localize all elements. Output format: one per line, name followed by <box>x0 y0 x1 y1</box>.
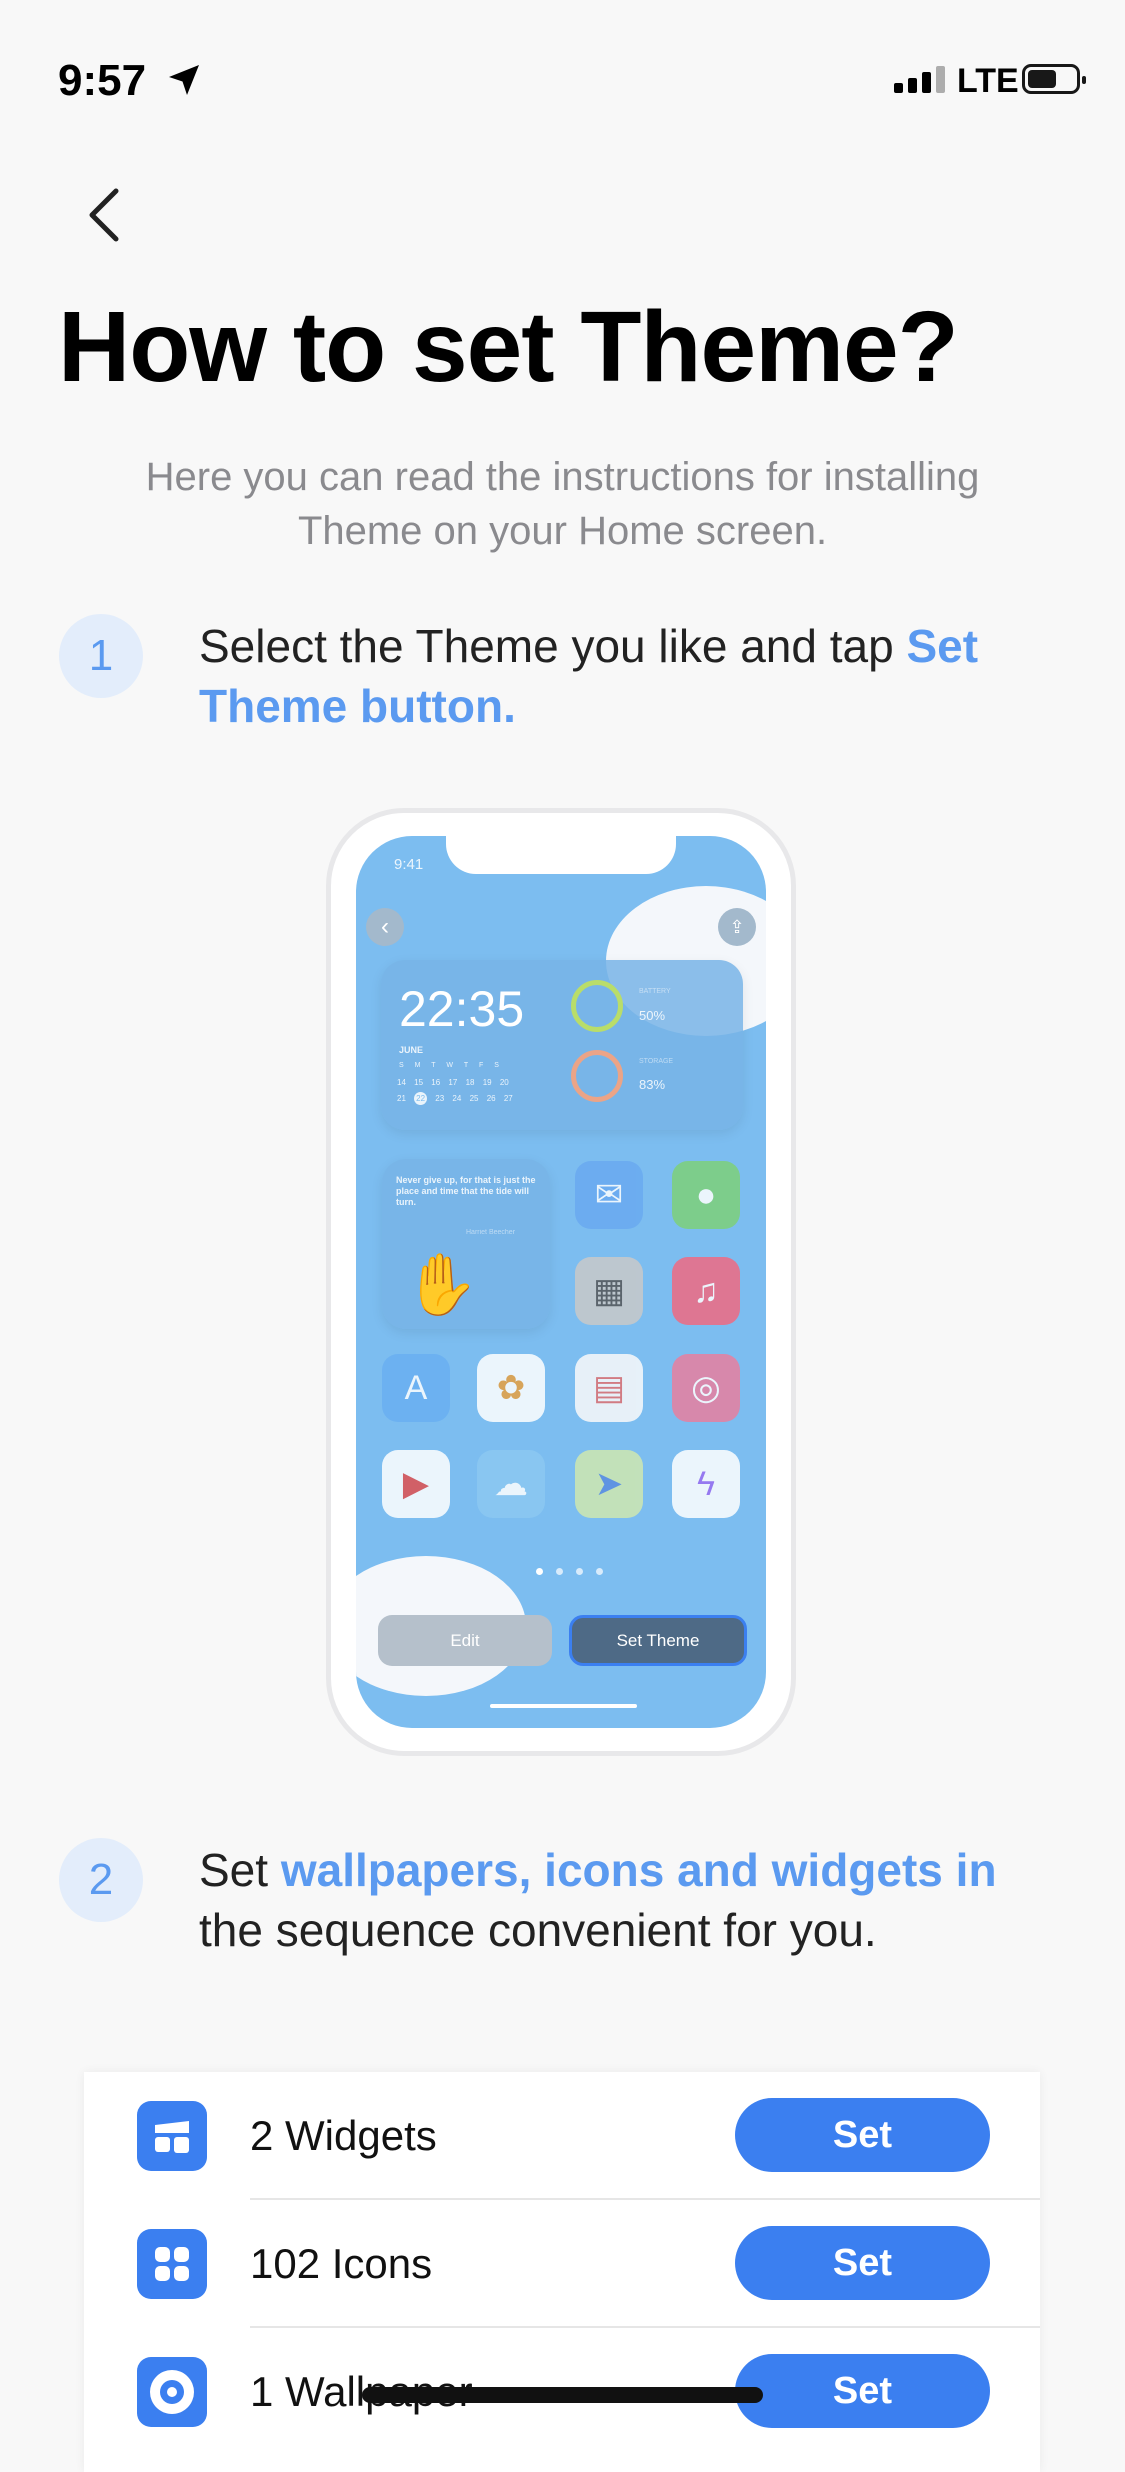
app-youtube-icon: ▶ <box>382 1450 450 1518</box>
item-label: 102 Icons <box>250 2240 433 2287</box>
app-photos-icon: ✿ <box>477 1354 545 1422</box>
quote-widget: Never give up, for that is just the plac… <box>382 1159 550 1329</box>
status-time: 9:57 <box>58 56 147 105</box>
widgets-icon <box>137 2101 207 2171</box>
app-music-icon: ♫ <box>672 1257 740 1325</box>
item-label: 2 Widgets <box>250 2112 437 2159</box>
network-type: LTE <box>957 62 1019 100</box>
app-store-icon: A <box>382 1354 450 1422</box>
widget-week-2: 21 22 23 24 25 26 27 <box>397 1092 513 1105</box>
preview-home-indicator <box>490 1704 637 1708</box>
signal-icon <box>894 66 945 93</box>
chevron-left-icon[interactable] <box>78 185 128 245</box>
step-2-highlight: wallpapers, icons and widgets in <box>280 1844 997 1896</box>
preview-back-icon: ‹ <box>366 908 404 946</box>
list-item-icons: 102 Icons Set <box>84 2200 1040 2328</box>
battery-icon <box>1022 64 1086 94</box>
app-messages-icon: ● <box>672 1161 740 1229</box>
page-title: How to set Theme? <box>58 291 959 403</box>
step-2-plain: Set <box>199 1844 281 1896</box>
quote-author: Harriet Beecher <box>466 1229 516 1236</box>
battery-label: BATTERY <box>639 988 671 995</box>
step-2-number: 2 <box>59 1838 143 1922</box>
preview-share-icon: ⇪ <box>718 908 756 946</box>
app-maps-icon: ➤ <box>575 1450 643 1518</box>
set-icons-button[interactable]: Set <box>735 2226 990 2300</box>
storage-ring <box>571 1050 623 1102</box>
wallpaper-icon <box>137 2357 207 2427</box>
app-calculator-icon: ▦ <box>575 1257 643 1325</box>
widget-weekdays: S M T W T F S <box>399 1062 499 1069</box>
step-1-number: 1 <box>59 614 143 698</box>
app-mail-icon: ✉ <box>575 1161 643 1229</box>
theme-preview-screen: 9:41 ‹ ⇪ 22:35 JUNE S M T W T F S 14 15 … <box>356 836 766 1728</box>
step-2-text: Set wallpapers, icons and widgets in the… <box>199 1840 1039 1960</box>
widget-week-1: 14 15 16 17 18 19 20 <box>397 1078 509 1087</box>
app-calendar-icon: ▤ <box>575 1354 643 1422</box>
page-dots <box>536 1568 603 1575</box>
widget-clock: 22:35 <box>399 981 525 1037</box>
storage-label: STORAGE <box>639 1058 674 1065</box>
location-arrow-icon <box>169 65 199 95</box>
theme-items-list: 2 Widgets Set 102 Icons Set 1 Wallpaper … <box>84 2072 1040 2472</box>
phone-notch <box>446 836 676 874</box>
step-1-text: Select the Theme you like and tap Set Th… <box>199 616 1039 736</box>
step-1-plain: Select the Theme you like and tap <box>199 620 907 672</box>
set-widgets-button[interactable]: Set <box>735 2098 990 2172</box>
set-wallpaper-button[interactable]: Set <box>735 2354 990 2428</box>
storage-value: 83% <box>639 1077 666 1092</box>
battery-value: 50% <box>639 1008 666 1023</box>
battery-ring <box>571 980 623 1032</box>
preview-time: 9:41 <box>394 856 424 873</box>
app-weather-icon: ☁ <box>477 1450 545 1518</box>
preview-set-theme-button: Set Theme <box>569 1615 747 1666</box>
quote-text: Never give up, for that is just the plac… <box>396 1175 536 1207</box>
preview-edit-button: Edit <box>378 1615 552 1666</box>
list-item-widgets: 2 Widgets Set <box>84 2072 1040 2200</box>
widget-month: JUNE <box>399 1045 424 1055</box>
icons-grid-icon <box>137 2229 207 2299</box>
step-2-plain-after: the sequence convenient for you. <box>199 1904 877 1956</box>
ok-hand-icon: ✋ <box>404 1251 479 1318</box>
app-messenger-icon: ϟ <box>672 1450 740 1518</box>
clock-widget: 22:35 JUNE S M T W T F S 14 15 16 17 18 … <box>381 960 743 1130</box>
page-subtitle: Here you can read the instructions for i… <box>145 455 980 553</box>
home-indicator <box>362 2387 763 2403</box>
app-instagram-icon: ◎ <box>672 1354 740 1422</box>
